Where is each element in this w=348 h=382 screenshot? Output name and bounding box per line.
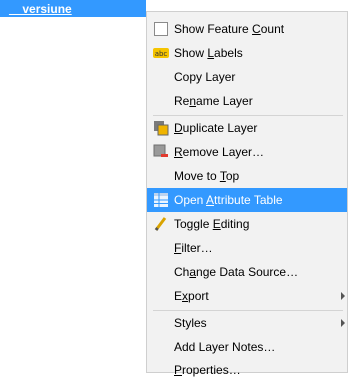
- menu-item-remove-layer[interactable]: Remove Layer…: [147, 140, 347, 164]
- remove-layer-icon: [153, 144, 169, 160]
- menu-item-label: Duplicate Layer: [174, 121, 258, 135]
- menu-item-export[interactable]: Export: [147, 284, 347, 308]
- menu-item-move-to-top[interactable]: Move to Top: [147, 164, 347, 188]
- checkbox-icon[interactable]: [153, 21, 169, 37]
- layer-name: __versiune: [9, 2, 72, 16]
- layer-tree-selected-item[interactable]: __versiune: [0, 0, 146, 17]
- menu-item-label: Remove Layer…: [174, 145, 265, 159]
- svg-text:abc: abc: [155, 50, 168, 58]
- menu-item-copy-layer[interactable]: Copy Layer: [147, 65, 347, 89]
- menu-item-rename-layer[interactable]: Rename Layer: [147, 89, 347, 113]
- menu-item-styles[interactable]: Styles: [147, 311, 347, 335]
- menu-item-properties[interactable]: Properties…: [147, 358, 347, 382]
- menu-item-toggle-editing[interactable]: Toggle Editing: [147, 212, 347, 236]
- layer-context-menu: Show Feature Count abc Show Labels Copy …: [146, 11, 348, 377]
- menu-item-label: Open Attribute Table: [174, 193, 283, 207]
- menu-item-label: Filter…: [174, 241, 213, 255]
- menu-item-label: Export: [174, 289, 209, 303]
- menu-item-open-attribute-table[interactable]: Open Attribute Table: [147, 188, 347, 212]
- duplicate-layer-icon: [153, 120, 169, 136]
- menu-item-label: Move to Top: [174, 169, 240, 183]
- menu-item-duplicate-layer[interactable]: Duplicate Layer: [147, 116, 347, 140]
- menu-item-label: Properties…: [174, 363, 241, 377]
- menu-item-label: Styles: [174, 316, 207, 330]
- menu-item-filter[interactable]: Filter…: [147, 236, 347, 260]
- menu-item-label: Change Data Source…: [174, 265, 299, 279]
- menu-item-add-layer-notes[interactable]: Add Layer Notes…: [147, 335, 347, 359]
- menu-item-label: Show Feature Count: [174, 22, 285, 36]
- menu-item-change-data-source[interactable]: Change Data Source…: [147, 260, 347, 284]
- menu-item-label: Add Layer Notes…: [174, 340, 276, 354]
- menu-item-show-feature-count[interactable]: Show Feature Count: [147, 17, 347, 41]
- menu-item-label: Rename Layer: [174, 94, 253, 108]
- menu-item-label: Show Labels: [174, 46, 243, 60]
- labels-icon: abc: [153, 45, 169, 61]
- menu-item-show-labels[interactable]: abc Show Labels: [147, 41, 347, 65]
- pencil-icon: [153, 216, 169, 232]
- attribute-table-icon: [153, 192, 169, 208]
- menu-item-label: Toggle Editing: [174, 217, 250, 231]
- menu-item-label: Copy Layer: [174, 70, 236, 84]
- submenu-arrow-icon: [341, 319, 345, 327]
- submenu-arrow-icon: [341, 292, 345, 300]
